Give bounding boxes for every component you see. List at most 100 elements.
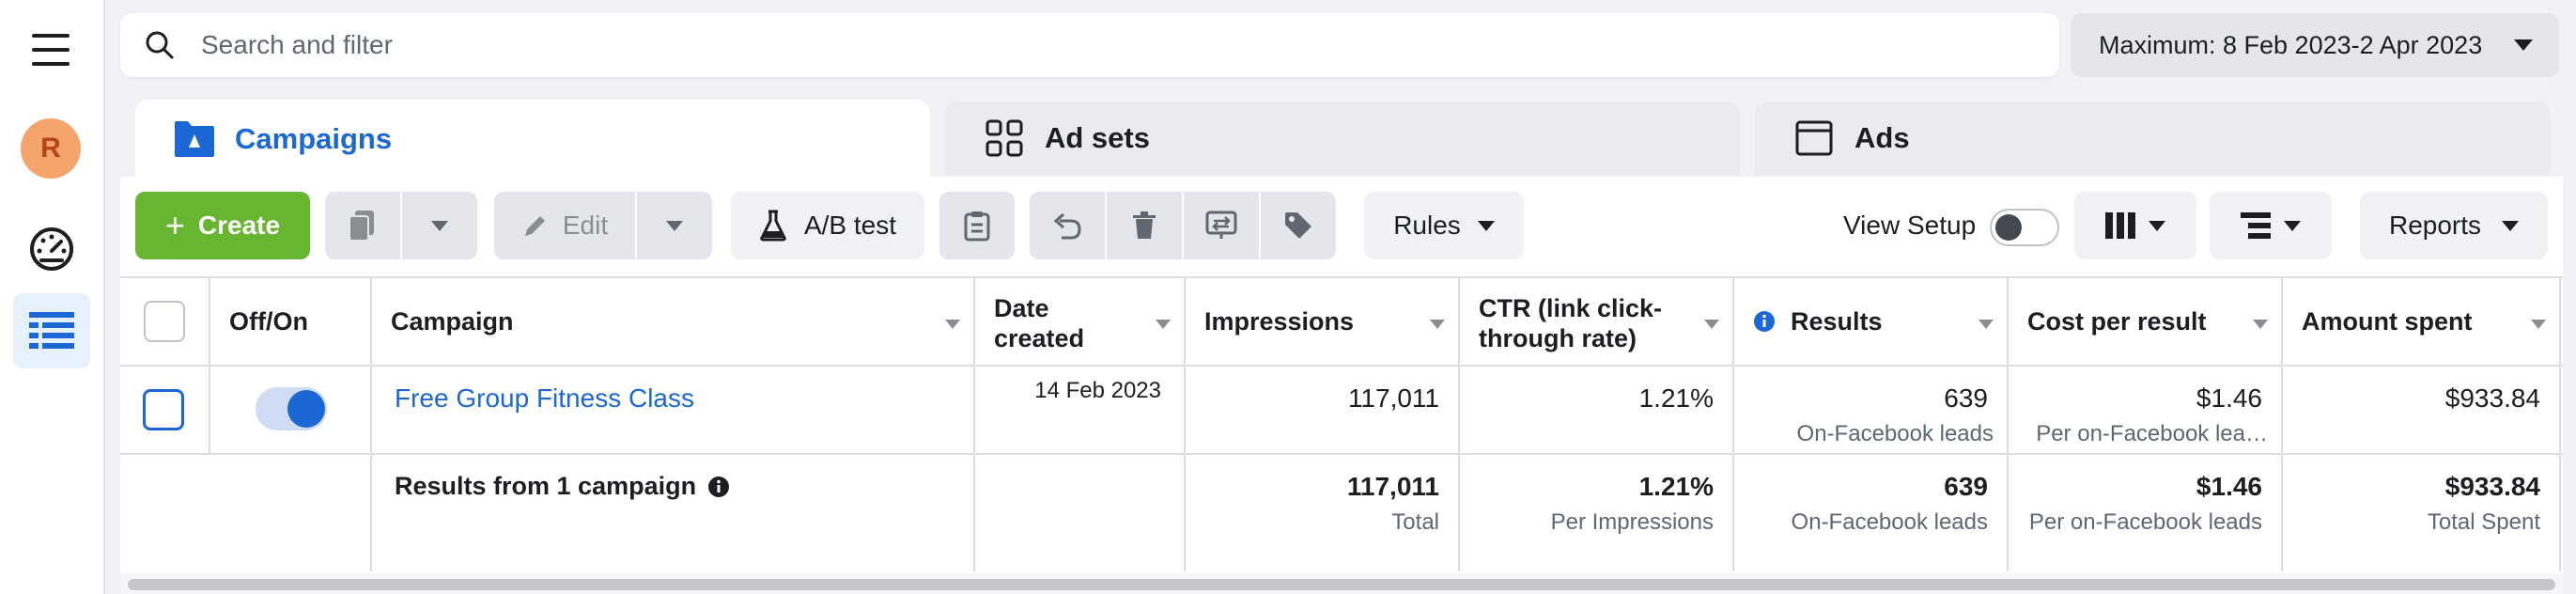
- info-icon[interactable]: [707, 476, 730, 498]
- hamburger-menu-icon[interactable]: [32, 34, 70, 66]
- cost-per-result-value: $1.46: [2196, 383, 2262, 413]
- header-impressions[interactable]: Impressions: [1186, 278, 1460, 365]
- header-cost-per-result[interactable]: Cost per result: [2009, 278, 2283, 365]
- row-ctr-cell: 1.21%: [1460, 367, 1734, 453]
- pencil-icon: [524, 216, 545, 236]
- left-rail: R: [0, 0, 105, 594]
- header-select-all: [120, 278, 210, 365]
- horizontal-scrollbar[interactable]: [128, 579, 2555, 590]
- columns-button[interactable]: [2074, 192, 2196, 259]
- header-date-line-2: created: [994, 324, 1085, 352]
- summary-date-cell: [975, 455, 1186, 571]
- clipboard-button[interactable]: [939, 192, 1015, 259]
- rules-label: Rules: [1393, 211, 1461, 240]
- info-icon[interactable]: [1753, 310, 1776, 333]
- header-ctr[interactable]: CTR (link click- through rate): [1460, 278, 1734, 365]
- breakdown-button[interactable]: [2210, 192, 2332, 259]
- header-ctr-label: CTR (link click- through rate): [1479, 289, 1662, 353]
- campaign-toggle[interactable]: [256, 387, 327, 430]
- header-off-on[interactable]: Off/On: [210, 278, 372, 365]
- plus-icon: +: [164, 206, 185, 244]
- summary-label-text: Results from 1 campaign: [395, 472, 697, 500]
- campaigns-panel: + Create Edit A/B test Rules View Setup …: [120, 177, 2563, 594]
- summary-impressions-sub: Total: [1391, 509, 1439, 535]
- summary-cost-per-result-sub: Per on-Facebook leads: [2028, 509, 2262, 535]
- avatar[interactable]: R: [21, 118, 81, 179]
- summary-results-value: 639: [1944, 472, 1988, 501]
- toggle-knob: [287, 390, 325, 428]
- sort-caret-icon[interactable]: [945, 320, 960, 329]
- sort-caret-icon[interactable]: [2531, 320, 2546, 329]
- campaigns-table-icon[interactable]: [13, 293, 90, 368]
- reports-button[interactable]: Reports: [2360, 192, 2548, 259]
- header-cost-per-result-label: Cost per result: [2027, 306, 2207, 336]
- chevron-down-icon: [2149, 220, 2165, 231]
- duplicate-button[interactable]: [325, 192, 400, 259]
- date-range-picker[interactable]: Maximum: 8 Feb 2023-2 Apr 2023: [2071, 13, 2559, 77]
- grid-icon: [983, 117, 1026, 160]
- dashboard-gauge-icon[interactable]: [28, 226, 75, 273]
- ab-test-button[interactable]: A/B test: [731, 192, 924, 259]
- edit-button[interactable]: Edit: [494, 192, 635, 259]
- select-all-checkbox[interactable]: [144, 301, 185, 342]
- reports-label: Reports: [2388, 211, 2482, 240]
- duplicate-icon: [349, 211, 374, 242]
- header-campaign[interactable]: Campaign: [372, 278, 975, 365]
- row-off-on-cell: [210, 367, 372, 453]
- summary-amount-spent-sub: Total Spent: [2427, 509, 2540, 535]
- campaign-name-link[interactable]: Free Group Fitness Class: [395, 383, 694, 414]
- view-setup-toggle[interactable]: [1990, 209, 2059, 246]
- columns-icon: [2105, 212, 2135, 239]
- toggle-knob: [1995, 214, 2022, 241]
- summary-label-cell: Results from 1 campaign: [372, 455, 975, 571]
- tab-ads[interactable]: Ads: [1755, 102, 2550, 175]
- row-checkbox[interactable]: [143, 389, 184, 430]
- header-results[interactable]: Results: [1734, 278, 2009, 365]
- create-button[interactable]: + Create: [135, 192, 310, 259]
- edit-dropdown-button[interactable]: [637, 192, 712, 259]
- summary-blank-cell: [120, 455, 372, 571]
- undo-icon: [1053, 212, 1081, 240]
- view-setup-label: View Setup: [1843, 211, 1977, 240]
- header-impressions-label: Impressions: [1204, 306, 1355, 336]
- toolbar: + Create Edit A/B test Rules View Setup …: [120, 190, 2563, 261]
- compare-icon: [1205, 211, 1237, 239]
- edit-label: Edit: [562, 211, 609, 240]
- search-icon: [141, 26, 178, 64]
- duplicate-dropdown-button[interactable]: [402, 192, 477, 259]
- sort-caret-icon[interactable]: [2253, 320, 2268, 329]
- tab-campaigns[interactable]: Campaigns: [135, 100, 930, 179]
- header-date-line-1: Date: [994, 294, 1049, 322]
- sort-caret-icon[interactable]: [1430, 320, 1445, 329]
- trash-icon: [1133, 211, 1156, 239]
- table-header-row: Off/On Campaign Date created Impressions…: [120, 276, 2563, 367]
- header-campaign-label: Campaign: [391, 306, 514, 336]
- row-campaign-cell: Free Group Fitness Class: [372, 367, 975, 453]
- chevron-down-icon: [2284, 220, 2301, 231]
- tag-button[interactable]: [1261, 192, 1336, 259]
- header-date-created[interactable]: Date created: [975, 278, 1186, 365]
- chevron-down-icon: [666, 220, 683, 231]
- table-row[interactable]: Free Group Fitness Class 14 Feb 2023 117…: [120, 367, 2563, 455]
- sort-caret-icon[interactable]: [1704, 320, 1719, 329]
- delete-button[interactable]: [1107, 192, 1182, 259]
- sort-caret-icon[interactable]: [1156, 320, 1171, 329]
- summary-ctr-cell: 1.21% Per Impressions: [1460, 455, 1734, 571]
- tab-ad-sets[interactable]: Ad sets: [945, 102, 1740, 175]
- compare-button[interactable]: [1184, 192, 1259, 259]
- search-input[interactable]: [201, 30, 1986, 60]
- summary-ctr-sub: Per Impressions: [1550, 509, 1714, 535]
- summary-row: Results from 1 campaign 117,011 Total 1.…: [120, 455, 2563, 571]
- header-amount-spent[interactable]: Amount spent: [2283, 278, 2561, 365]
- summary-results-cell: 639 On-Facebook leads: [1734, 455, 2009, 571]
- undo-button[interactable]: [1030, 192, 1105, 259]
- header-date-created-label: Date created: [994, 289, 1084, 353]
- sort-caret-icon[interactable]: [1979, 320, 1994, 329]
- results-sub: On-Facebook leads: [1796, 421, 1994, 446]
- breakdown-icon: [2241, 212, 2271, 239]
- rules-button[interactable]: Rules: [1364, 192, 1524, 259]
- row-select-cell: [120, 367, 210, 453]
- window-icon: [1792, 117, 1836, 160]
- chevron-down-icon: [1477, 220, 1495, 231]
- summary-impressions-cell: 117,011 Total: [1186, 455, 1460, 571]
